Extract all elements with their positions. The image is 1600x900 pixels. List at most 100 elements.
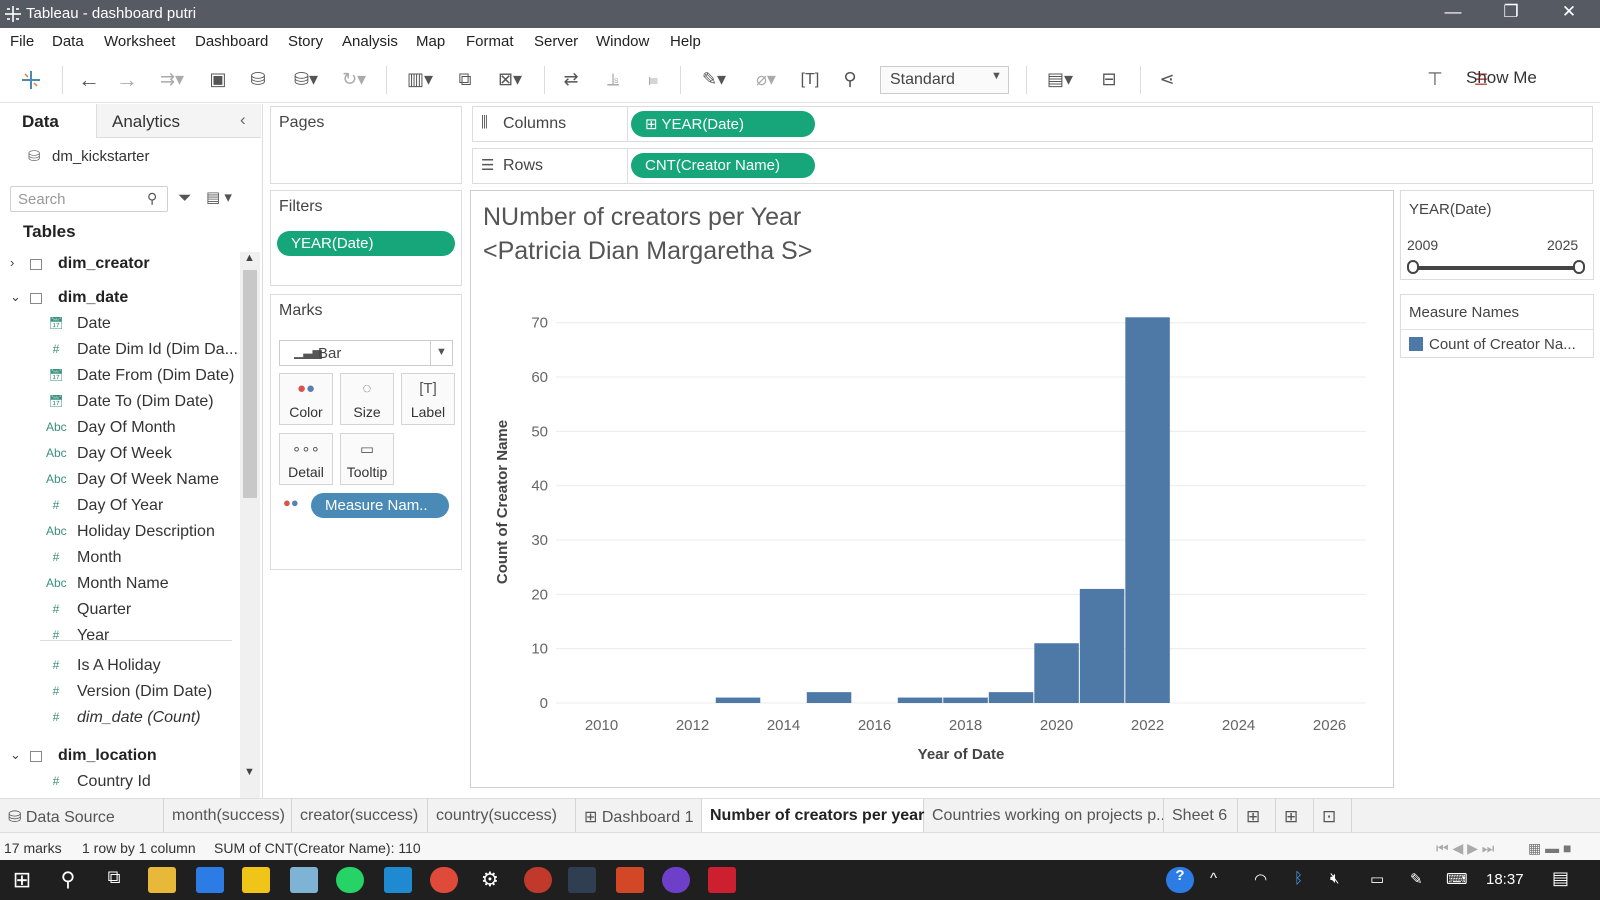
tab-number-of-creators[interactable]: Number of creators per year (702, 799, 924, 833)
wifi-icon[interactable]: ◠ (1254, 870, 1267, 888)
field-item[interactable]: # Month (0, 546, 240, 572)
tab-dashboard-1[interactable]: ⊞ Dashboard 1 (576, 799, 702, 833)
powerpoint-icon[interactable] (616, 867, 644, 893)
tab-data[interactable]: Data (22, 112, 59, 132)
view-options-icon[interactable]: ▤ ▾ (206, 188, 232, 206)
bluetooth-icon[interactable]: ᛒ (1294, 870, 1303, 887)
field-search-input[interactable]: Search ⚲ (10, 186, 168, 212)
refresh-icon[interactable]: ↻▾ (332, 56, 376, 103)
marks-size-button[interactable]: ◌ Size (340, 373, 394, 425)
bar[interactable] (806, 692, 852, 703)
chevron-down-icon[interactable]: ⌄ (10, 747, 21, 763)
new-datasource-icon[interactable]: ⛁ (244, 56, 272, 103)
bar[interactable] (988, 692, 1034, 703)
show-labels-icon[interactable]: [T] (796, 56, 824, 103)
tableau-home-icon[interactable] (16, 56, 46, 103)
menu-window[interactable]: Window (596, 33, 649, 50)
field-item[interactable]: # Year (0, 624, 240, 650)
duplicate-sheet-icon[interactable]: ⧉ (450, 56, 480, 103)
todo-icon[interactable] (196, 867, 224, 893)
app-red-icon[interactable] (708, 867, 736, 893)
marks-tooltip-button[interactable]: ▭ Tooltip (340, 433, 394, 485)
slider-handle-min[interactable] (1407, 260, 1419, 274)
task-view-icon[interactable]: ⧉ (100, 867, 128, 893)
field-item[interactable]: # dim_date (Count) (0, 706, 240, 732)
restore-icon[interactable]: ❐ (1488, 2, 1534, 22)
tab-analytics[interactable]: Analytics (112, 112, 180, 132)
pen-icon[interactable]: ✎ (1410, 870, 1423, 888)
fix-axes-icon[interactable]: ⚲ (836, 56, 864, 103)
sticky-notes-icon[interactable] (242, 867, 270, 893)
field-item[interactable]: Abc Day Of Week (0, 442, 240, 468)
menu-analysis[interactable]: Analysis (342, 33, 398, 50)
whatsapp-icon[interactable] (336, 867, 364, 893)
clear-sheet-icon[interactable]: ⊠▾ (488, 56, 532, 103)
pause-updates-icon[interactable]: ⛁▾ (284, 56, 328, 103)
vscode-icon[interactable] (384, 867, 412, 893)
new-worksheet-icon[interactable]: ▥▾ (398, 56, 442, 103)
menu-help[interactable]: Help (670, 33, 701, 50)
swap-icon[interactable]: ⇄ (556, 56, 586, 103)
scroll-down-icon[interactable]: ▼ (244, 766, 255, 778)
year-range-slider[interactable] (1413, 266, 1579, 270)
collapse-pane-icon[interactable]: ‹ (240, 110, 246, 130)
tab-month-success[interactable]: month(success) (164, 799, 292, 833)
new-dashboard-tab-icon[interactable]: ⊞ (1276, 799, 1314, 833)
chevron-right-icon[interactable]: › (10, 255, 14, 270)
notifications-icon[interactable]: ▤ (1552, 868, 1569, 889)
menu-dashboard[interactable]: Dashboard (195, 33, 268, 50)
close-icon[interactable]: ✕ (1546, 2, 1592, 22)
field-item[interactable]: # Version (Dim Date) (0, 680, 240, 706)
redo-icon[interactable]: → (112, 56, 142, 103)
field-item[interactable]: # Country Id (0, 770, 240, 796)
menu-format[interactable]: Format (466, 33, 514, 50)
save-icon[interactable]: ▣ (204, 56, 232, 103)
replay-icon[interactable]: ⇉▾ (150, 56, 194, 103)
field-item[interactable]: Abc Month Name (0, 572, 240, 598)
bar[interactable] (897, 697, 943, 703)
sort-ascending-icon[interactable]: ⫡ (598, 56, 628, 103)
filter-pill-year[interactable]: YEAR(Date) (277, 231, 455, 256)
settings-icon[interactable]: ⚙ (476, 867, 504, 893)
new-story-tab-icon[interactable]: ⊡ (1314, 799, 1352, 833)
tab-country-success[interactable]: country(success) (428, 799, 576, 833)
tab-creator-success[interactable]: creator(success) (292, 799, 428, 833)
presentation-mode-icon[interactable]: ⊟ (1094, 56, 1124, 103)
tray-chevron-icon[interactable]: ^ (1210, 870, 1217, 887)
tab-sheet-6[interactable]: Sheet 6 (1164, 799, 1238, 833)
sheet-nav-icon[interactable]: ⏮ ◀ ▶ ⏭ (1436, 840, 1494, 857)
field-item[interactable]: # Quarter (0, 598, 240, 624)
field-item[interactable]: 📅︎ Date (0, 312, 240, 338)
menu-story[interactable]: Story (288, 33, 323, 50)
taskbar-search-icon[interactable]: ⚲ (54, 867, 82, 893)
show-cards-icon[interactable]: ▤▾ (1038, 56, 1082, 103)
datasource-name[interactable]: dm_kickstarter (52, 148, 150, 165)
volume-muted-icon[interactable]: 🔇︎ (1330, 870, 1339, 887)
highlight-icon[interactable]: ✎▾ (692, 56, 736, 103)
field-item[interactable]: 📅︎ Date To (Dim Date) (0, 390, 240, 416)
marks-pill-measure-names[interactable]: Measure Nam.. (311, 493, 449, 518)
field-item[interactable]: Abc Holiday Description (0, 520, 240, 546)
bar[interactable] (715, 697, 761, 703)
minimize-icon[interactable]: — (1430, 2, 1476, 22)
field-item[interactable]: 📅︎ Date From (Dim Date) (0, 364, 240, 390)
keyboard-icon[interactable]: ⌨ (1446, 870, 1468, 888)
media-icon[interactable] (524, 867, 552, 893)
share-icon[interactable]: ⋖ (1152, 56, 1182, 103)
marks-label-button[interactable]: [T] Label (401, 373, 455, 425)
chrome-icon[interactable] (430, 867, 458, 893)
github-icon[interactable] (662, 867, 690, 893)
chevron-down-icon[interactable]: ⌄ (10, 289, 21, 305)
windows-start-icon[interactable]: ⊞ (8, 867, 36, 893)
field-item[interactable]: # Date Dim Id (Dim Da... (0, 338, 240, 364)
legend-item[interactable]: Count of Creator Na... (1429, 336, 1576, 353)
view-mode-icon[interactable]: ▦ ▬ ■ (1528, 840, 1571, 857)
fit-dropdown[interactable]: Standard ▼ (880, 66, 1009, 94)
tableau-taskbar-icon[interactable] (568, 867, 596, 893)
menu-data[interactable]: Data (52, 33, 84, 50)
sort-descending-icon[interactable]: ⫢ (638, 56, 668, 103)
scrollbar[interactable]: ▲ ▼ (240, 252, 260, 882)
battery-icon[interactable]: ▭ (1370, 870, 1384, 888)
menu-file[interactable]: File (10, 33, 34, 50)
field-item[interactable]: Abc Day Of Week Name (0, 468, 240, 494)
